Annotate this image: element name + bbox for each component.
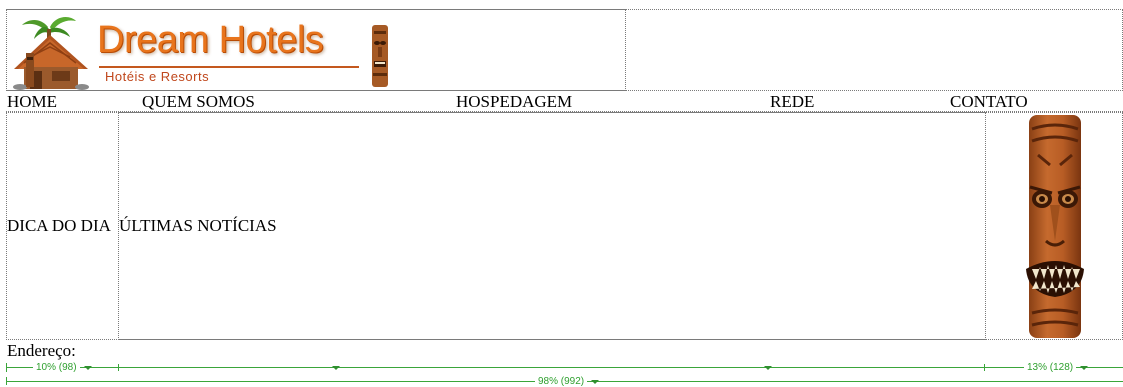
ruler-col-left-label: 10% (98) (33, 362, 80, 373)
ruler-col-mid-tick-2 (984, 364, 985, 371)
address-label: Endereço: (7, 341, 76, 360)
ruler-row-columns (6, 367, 1123, 368)
ruler-table-dropdown-icon[interactable] (591, 380, 599, 384)
hut-logo-icon (13, 17, 89, 90)
ruler-col-center-dropdown-icon[interactable] (332, 366, 340, 370)
nav-item-rede[interactable]: REDE (770, 93, 814, 111)
logo-title: Dream Hotels (97, 19, 324, 61)
ruler-col-hospedagem-dropdown-icon[interactable] (764, 366, 772, 370)
ruler-col-right-dropdown-icon[interactable] (1080, 366, 1088, 370)
logo-subtitle: Hotéis e Resorts (105, 69, 210, 84)
ruler-table-label: 98% (992) (535, 376, 588, 387)
ruler-col-left-end (6, 363, 7, 372)
ruler-col-left-dropdown-icon[interactable] (84, 366, 92, 370)
nav-item-home[interactable]: HOME (7, 93, 57, 111)
ultimas-noticias-label: ÚLTIMAS NOTÍCIAS (119, 216, 277, 235)
nav-item-contato[interactable]: CONTATO (950, 93, 1028, 111)
ruler-table-left-end (6, 377, 7, 385)
ruler-col-right-label: 13% (128) (1024, 362, 1077, 373)
nav-item-hospedagem[interactable]: HOSPEDAGEM (456, 93, 572, 111)
dica-do-dia-label: DICA DO DIA (7, 216, 111, 235)
ruler-col-mid-tick (118, 364, 119, 371)
logo-banner[interactable]: Dream Hotels Hotéis e Resorts (6, 9, 626, 91)
logo-underline (99, 66, 359, 68)
nav-item-quem-somos[interactable]: QUEM SOMOS (142, 93, 255, 111)
tiki-logo-icon (372, 25, 388, 87)
tiki-statue-icon (1026, 115, 1084, 338)
